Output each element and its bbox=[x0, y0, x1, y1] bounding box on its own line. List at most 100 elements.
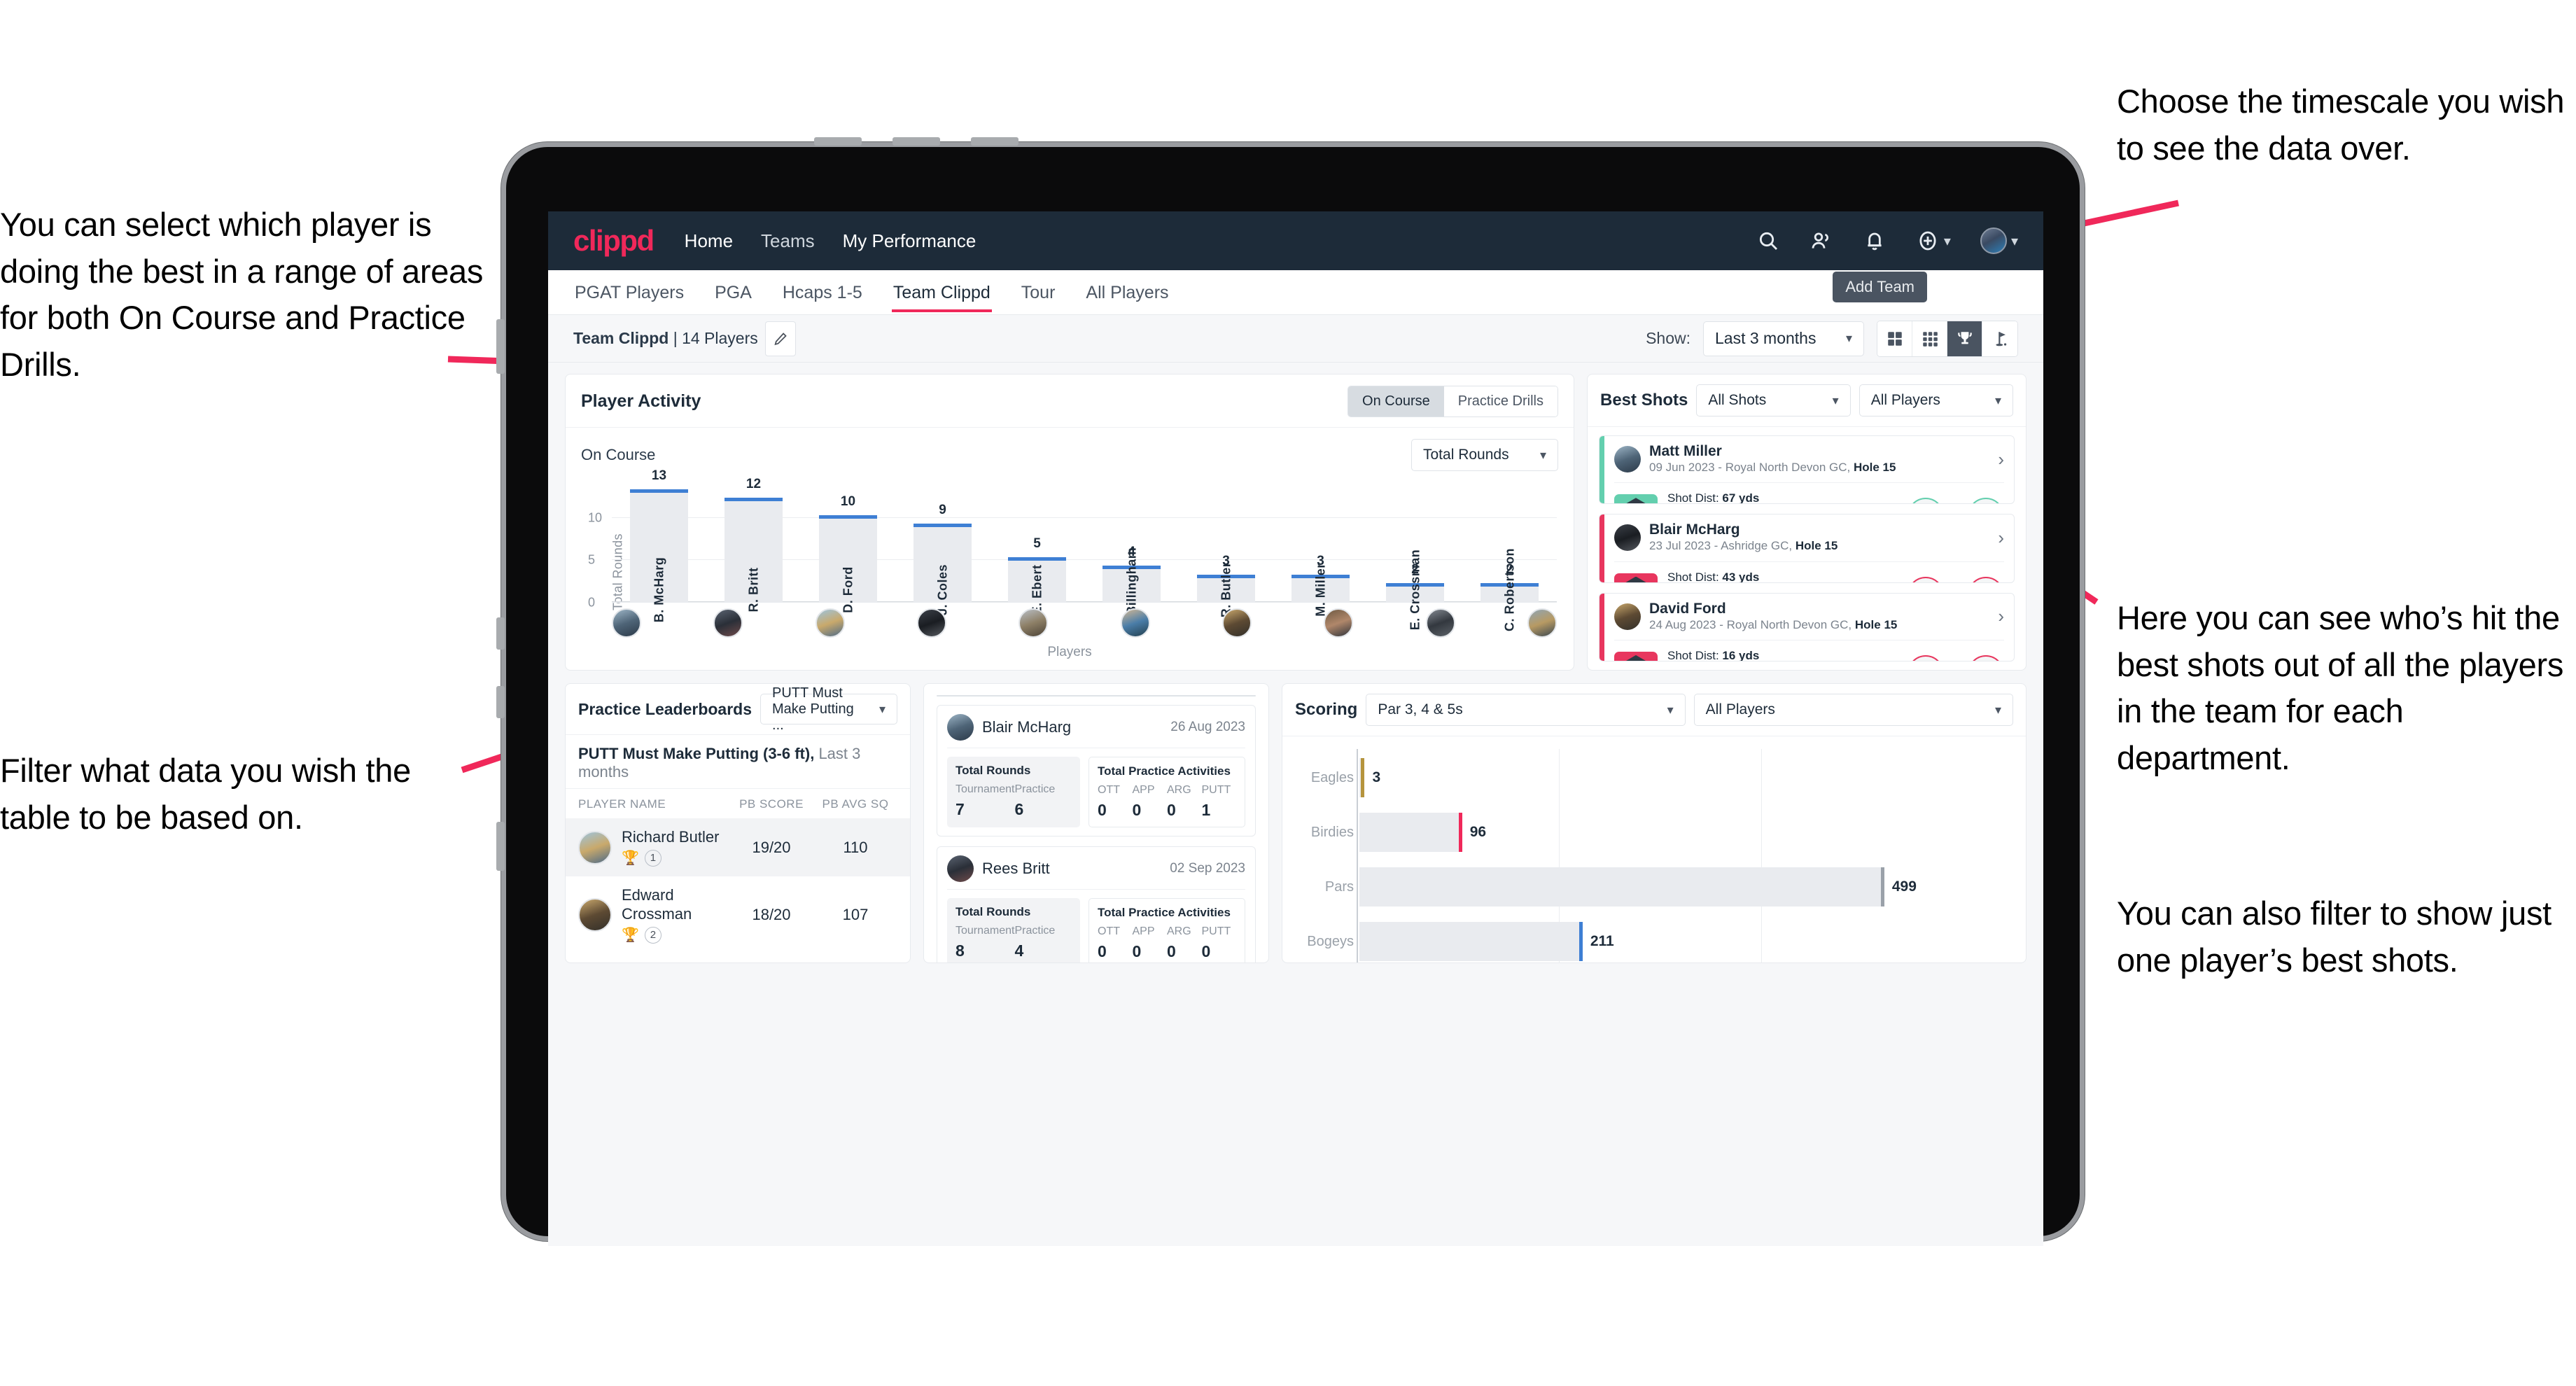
best-shot-card[interactable]: David Ford 24 Aug 2023 - Royal North Devo… bbox=[1599, 592, 2015, 662]
bar-column[interactable]: 4 D. Billingham bbox=[1084, 484, 1179, 632]
best-shots-header: Best Shots All Shots ▾ All Players ▾ bbox=[1588, 374, 2026, 427]
chevron-right-icon[interactable]: › bbox=[1998, 449, 2004, 470]
tab-pgat-players[interactable]: PGAT Players bbox=[573, 273, 685, 312]
scoring-bar[interactable] bbox=[1359, 867, 1884, 906]
avatar[interactable] bbox=[916, 608, 946, 638]
bar[interactable]: D. Billingham bbox=[1102, 547, 1161, 632]
tab-all-players[interactable]: All Players bbox=[1084, 273, 1170, 312]
annotation-right-middle: Here you can see who’s hit the best shot… bbox=[2117, 599, 2564, 777]
avatar[interactable] bbox=[1120, 608, 1150, 638]
activity-player-card[interactable]: Blair McHarg 26 Aug 2023 Total Rounds Tourn… bbox=[937, 705, 1256, 836]
plus-circle-icon[interactable] bbox=[1916, 229, 1940, 253]
bar[interactable]: R. Britt bbox=[724, 498, 783, 612]
nav-link-home[interactable]: Home bbox=[685, 230, 733, 252]
shot-player-name: David Ford bbox=[1649, 600, 1726, 617]
stat-key: ARG bbox=[1167, 784, 1191, 796]
bar-value: 12 bbox=[746, 477, 762, 492]
bar[interactable]: E. Crossman bbox=[1385, 550, 1445, 630]
avatar[interactable] bbox=[1614, 446, 1641, 473]
shot-details: Shot Dist: 43 ydsStart Lie: RoughEnd Lie… bbox=[1667, 569, 1779, 582]
leaderboard-player-name: Edward Crossman bbox=[622, 886, 692, 923]
chevron-down-icon: ▾ bbox=[1994, 702, 2001, 717]
avatar[interactable] bbox=[713, 608, 743, 638]
clippd-logo[interactable]: clippd bbox=[573, 224, 654, 258]
bar-column[interactable]: 3 M. Miller bbox=[1273, 484, 1368, 617]
bar-column[interactable]: 13 B. McHarg bbox=[612, 468, 706, 622]
timescale-select[interactable]: Last 3 months ▾ bbox=[1703, 321, 1864, 356]
total-rounds-title: Total Rounds bbox=[955, 905, 1031, 918]
bar-column[interactable]: 10 D. Ford bbox=[801, 484, 895, 613]
tab-tour[interactable]: Tour bbox=[1020, 273, 1057, 312]
segment-on-course[interactable]: On Course bbox=[1348, 386, 1444, 416]
people-icon[interactable] bbox=[1809, 229, 1833, 253]
nav-link-my-performance[interactable]: My Performance bbox=[843, 230, 976, 252]
best-shot-card[interactable]: Matt Miller 09 Jun 2023 - Royal North Dev… bbox=[1599, 435, 2015, 505]
bar[interactable]: D. Ford bbox=[818, 514, 878, 613]
nav-link-teams[interactable]: Teams bbox=[761, 230, 815, 252]
avatar[interactable] bbox=[815, 608, 845, 638]
avatar[interactable] bbox=[1425, 608, 1455, 638]
best-shot-card[interactable]: Blair McHarg 23 Jul 2023 - Ashridge GC, H… bbox=[1599, 514, 2015, 583]
scoring-par-filter[interactable]: Par 3, 4 & 5s ▾ bbox=[1366, 694, 1686, 726]
view-toggle-trophy[interactable] bbox=[1947, 321, 1982, 356]
view-toggle-grid-3x3[interactable] bbox=[1912, 321, 1947, 356]
chevron-right-icon[interactable]: › bbox=[1998, 606, 2004, 627]
avatar[interactable] bbox=[1614, 524, 1641, 552]
scoring-bar[interactable] bbox=[1359, 813, 1462, 852]
scoring-bar[interactable] bbox=[1359, 758, 1365, 797]
avatar[interactable] bbox=[947, 855, 974, 882]
avatar[interactable] bbox=[1018, 608, 1049, 638]
chevron-right-icon[interactable]: › bbox=[1998, 527, 2004, 549]
tab-hcaps-1-5[interactable]: Hcaps 1-5 bbox=[781, 273, 864, 312]
avatar[interactable] bbox=[1980, 227, 2007, 254]
bar-column[interactable]: 2 E. Crossman bbox=[1368, 484, 1462, 630]
avatar[interactable] bbox=[1527, 608, 1557, 638]
bar[interactable]: M. Miller bbox=[1291, 563, 1350, 617]
y-axis-tick: 0 bbox=[588, 595, 596, 610]
metric-select[interactable]: Total Rounds ▾ bbox=[1411, 439, 1558, 471]
bar[interactable]: C. Robertson bbox=[1480, 548, 1539, 631]
bar-column[interactable]: 12 R. Britt bbox=[706, 477, 801, 612]
distance-dumbbell: 16yds 0yds bbox=[1907, 654, 2004, 661]
avatar[interactable] bbox=[1614, 603, 1641, 630]
stat: PUTT 1 bbox=[1202, 784, 1237, 820]
view-toggle-grid-2x2[interactable] bbox=[1877, 321, 1912, 356]
bar[interactable]: E. Ebert bbox=[1007, 557, 1067, 615]
best-shots-player-filter[interactable]: All Players ▾ bbox=[1858, 384, 2014, 416]
scoring-row[interactable]: Birdies 96 bbox=[1311, 805, 2009, 860]
add-menu[interactable]: ▾ bbox=[1916, 229, 1951, 253]
tab-pga[interactable]: PGA bbox=[713, 273, 753, 312]
bell-icon[interactable] bbox=[1863, 229, 1886, 253]
avatar[interactable] bbox=[947, 714, 974, 741]
avatar[interactable] bbox=[578, 830, 612, 864]
drill-select[interactable]: PUTT Must Make Putting ... ▾ bbox=[760, 685, 897, 733]
avatar[interactable] bbox=[1222, 608, 1252, 638]
scoring-row[interactable]: Eagles 3 bbox=[1311, 750, 2009, 805]
bar-column[interactable]: 9 J. Coles bbox=[895, 484, 990, 615]
avatar[interactable] bbox=[612, 608, 641, 638]
table-row[interactable]: Edward Crossman 🏆 2 18/20 107 bbox=[566, 876, 910, 953]
bar[interactable]: J. Coles bbox=[913, 523, 972, 615]
avatar[interactable] bbox=[1324, 608, 1354, 638]
bar-column[interactable]: 3 R. Butler bbox=[1179, 484, 1273, 617]
tab-team-clippd[interactable]: Team Clippd bbox=[891, 273, 992, 312]
scoring-row[interactable]: Bogeys 211 bbox=[1307, 914, 2009, 962]
view-toggle-flag[interactable] bbox=[1982, 321, 2017, 356]
scoring-bar[interactable] bbox=[1359, 922, 1583, 961]
search-icon[interactable] bbox=[1756, 229, 1780, 253]
profile-menu[interactable]: ▾ bbox=[1980, 227, 2018, 254]
segment-practice-drills[interactable]: Practice Drills bbox=[1443, 386, 1558, 416]
scoring-row[interactable]: Pars 499 bbox=[1325, 860, 2009, 914]
bar-column[interactable]: 5 E. Ebert bbox=[990, 484, 1084, 615]
scoring-player-filter[interactable]: All Players ▾ bbox=[1693, 694, 2013, 726]
avatar[interactable] bbox=[578, 898, 612, 932]
bar[interactable]: B. McHarg bbox=[629, 489, 689, 622]
add-team-tooltip[interactable]: Add Team bbox=[1833, 272, 1927, 302]
start-distance-circle: 67yds bbox=[1907, 498, 1944, 504]
bar-column[interactable]: 2 C. Robertson bbox=[1462, 484, 1557, 631]
pencil-icon[interactable] bbox=[764, 321, 796, 356]
bar[interactable]: R. Butler bbox=[1196, 562, 1256, 617]
activity-player-card[interactable]: Rees Britt 02 Sep 2023 Total Rounds Tournam… bbox=[937, 846, 1256, 962]
best-shots-shot-filter[interactable]: All Shots ▾ bbox=[1696, 384, 1851, 416]
table-row[interactable]: Richard Butler 🏆 1 19/20 110 bbox=[566, 818, 910, 877]
